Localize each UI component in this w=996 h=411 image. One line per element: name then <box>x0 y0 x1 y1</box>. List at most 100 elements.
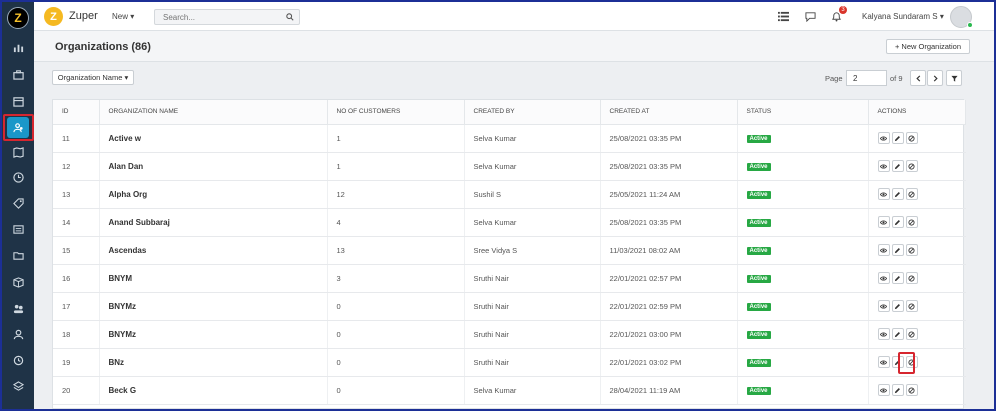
table-row[interactable]: 12 Alan Dan 1 Selva Kumar 25/08/2021 03:35 P… <box>53 152 966 181</box>
customer-count: 4 <box>327 208 465 237</box>
disable-button[interactable] <box>905 328 918 340</box>
org-name-link[interactable]: Beck G <box>99 376 328 405</box>
table-row[interactable]: 17 BNYMz 0 Sruthi Nair 22/01/2021 02:59 PM Ac… <box>53 292 966 321</box>
org-name-link[interactable]: BNYM <box>99 264 328 293</box>
org-name-link[interactable]: Ascendas <box>99 236 328 265</box>
customer-count: 0 <box>327 292 465 321</box>
org-name-link[interactable]: BNz <box>99 348 328 377</box>
actions-cell <box>868 376 966 405</box>
status-badge: Active <box>746 163 771 171</box>
chat-icon[interactable] <box>805 11 816 22</box>
sidebar-highlight <box>3 114 34 141</box>
table-row[interactable]: 11 Active w 1 Selva Kumar 25/08/2021 03:35 P… <box>53 124 966 153</box>
edit-button[interactable] <box>891 328 904 340</box>
disable-button[interactable] <box>905 244 918 256</box>
next-page-button[interactable] <box>927 70 943 86</box>
page-number-input[interactable] <box>846 70 887 86</box>
created-at: 22/01/2021 02:59 PM <box>600 292 738 321</box>
edit-button[interactable] <box>891 216 904 228</box>
org-name-link[interactable]: BNYMz <box>99 320 328 349</box>
sidebar-item-clock[interactable] <box>8 167 28 187</box>
filter-button[interactable] <box>946 70 962 86</box>
disable-icon <box>908 190 915 198</box>
zuper-logo-icon[interactable]: Z <box>7 7 29 29</box>
column-header: CREATED AT <box>600 100 738 125</box>
sidebar-item-briefcase[interactable] <box>8 64 28 84</box>
org-name-link[interactable]: Alpha Org <box>99 180 328 209</box>
sidebar-item-folder[interactable] <box>8 245 28 265</box>
disable-button[interactable] <box>905 384 918 396</box>
edit-button[interactable] <box>891 244 904 256</box>
view-button[interactable] <box>877 244 890 256</box>
sidebar-item-box[interactable] <box>8 272 28 292</box>
search-input[interactable] <box>155 10 275 24</box>
sidebar-item-layers[interactable] <box>8 376 28 396</box>
edit-button[interactable] <box>891 384 904 396</box>
disable-button[interactable] <box>905 216 918 228</box>
org-name-link[interactable]: BNYMz <box>99 292 328 321</box>
table-row[interactable]: 16 BNYM 3 Sruthi Nair 22/01/2021 02:57 PM Act… <box>53 264 966 293</box>
status-cell: Active <box>737 348 869 377</box>
table-row[interactable]: 15 Ascendas 13 Sree Vidya S 11/03/2021 08:02… <box>53 236 966 265</box>
user-menu[interactable]: Kalyana Sundaram S ▾ <box>862 12 944 21</box>
pencil-icon <box>894 247 900 253</box>
sidebar-item-history[interactable] <box>8 350 28 370</box>
brand-logo-icon[interactable]: Z <box>44 7 63 26</box>
actions-cell <box>868 348 966 377</box>
edit-button[interactable] <box>891 300 904 312</box>
org-name-link[interactable]: Alan Dan <box>99 152 328 181</box>
view-button[interactable] <box>877 160 890 172</box>
sidebar-item-calendar[interactable] <box>8 91 28 111</box>
new-menu-button[interactable]: New ▾ <box>112 12 134 21</box>
disable-button[interactable] <box>905 188 918 200</box>
table-row[interactable]: 20 Beck G 0 Selva Kumar 28/04/2021 11:19 AM A… <box>53 376 966 405</box>
top-bar: Z Zuper New ▾ 3 Kalyana Sundaram S ▾ <box>34 2 994 31</box>
org-name-link[interactable]: Anand Subbaraj <box>99 208 328 237</box>
view-button[interactable] <box>877 384 890 396</box>
bar-chart-icon <box>13 44 23 52</box>
view-button[interactable] <box>877 300 890 312</box>
view-button[interactable] <box>877 132 890 144</box>
actions-cell <box>868 264 966 293</box>
customer-count: 0 <box>327 320 465 349</box>
view-button[interactable] <box>877 328 890 340</box>
edit-button[interactable] <box>891 188 904 200</box>
view-button[interactable] <box>877 188 890 200</box>
disable-button[interactable] <box>905 272 918 284</box>
pencil-icon <box>894 191 900 197</box>
sidebar-item-tag[interactable] <box>8 193 28 213</box>
new-organization-button[interactable]: + New Organization <box>886 39 970 54</box>
view-button[interactable] <box>877 272 890 284</box>
org-name-link[interactable]: Active w <box>99 124 328 153</box>
table-row[interactable]: 19 BNz 0 Sruthi Nair 22/01/2021 03:02 PM Acti… <box>53 348 966 377</box>
status-cell: Active <box>737 264 869 293</box>
view-button[interactable] <box>877 216 890 228</box>
sidebar-item-users[interactable] <box>8 298 28 318</box>
brand-name: Zuper <box>69 10 98 22</box>
status-cell: Active <box>737 124 869 153</box>
sidebar-item-list[interactable] <box>8 219 28 239</box>
disable-button[interactable] <box>905 160 918 172</box>
sidebar-item-map[interactable] <box>8 142 28 162</box>
prev-page-button[interactable] <box>910 70 926 86</box>
disable-button[interactable] <box>905 300 918 312</box>
view-button[interactable] <box>877 356 890 368</box>
pencil-icon <box>894 135 900 141</box>
edit-button[interactable] <box>891 272 904 284</box>
edit-button[interactable] <box>891 160 904 172</box>
table-row[interactable]: 14 Anand Subbaraj 4 Selva Kumar 25/08/2021 0… <box>53 208 966 237</box>
pencil-icon <box>894 219 900 225</box>
disable-button[interactable] <box>905 132 918 144</box>
table-row[interactable]: 13 Alpha Org 12 Sushil S 25/05/2021 11:24 AM… <box>53 180 966 209</box>
search-icon[interactable] <box>286 13 294 21</box>
status-badge: Active <box>746 387 771 395</box>
customer-count: 0 <box>327 376 465 405</box>
sidebar-item-user[interactable] <box>8 324 28 344</box>
edit-button[interactable] <box>891 132 904 144</box>
sidebar-item-bar-chart[interactable] <box>8 37 28 57</box>
created-by: Sushil S <box>464 180 601 209</box>
list-view-icon[interactable] <box>778 11 789 22</box>
org-id: 13 <box>53 180 100 209</box>
table-row[interactable]: 18 BNYMz 0 Sruthi Nair 22/01/2021 03:00 PM Ac… <box>53 320 966 349</box>
organization-name-filter[interactable]: Organization Name ▾ <box>52 70 134 85</box>
